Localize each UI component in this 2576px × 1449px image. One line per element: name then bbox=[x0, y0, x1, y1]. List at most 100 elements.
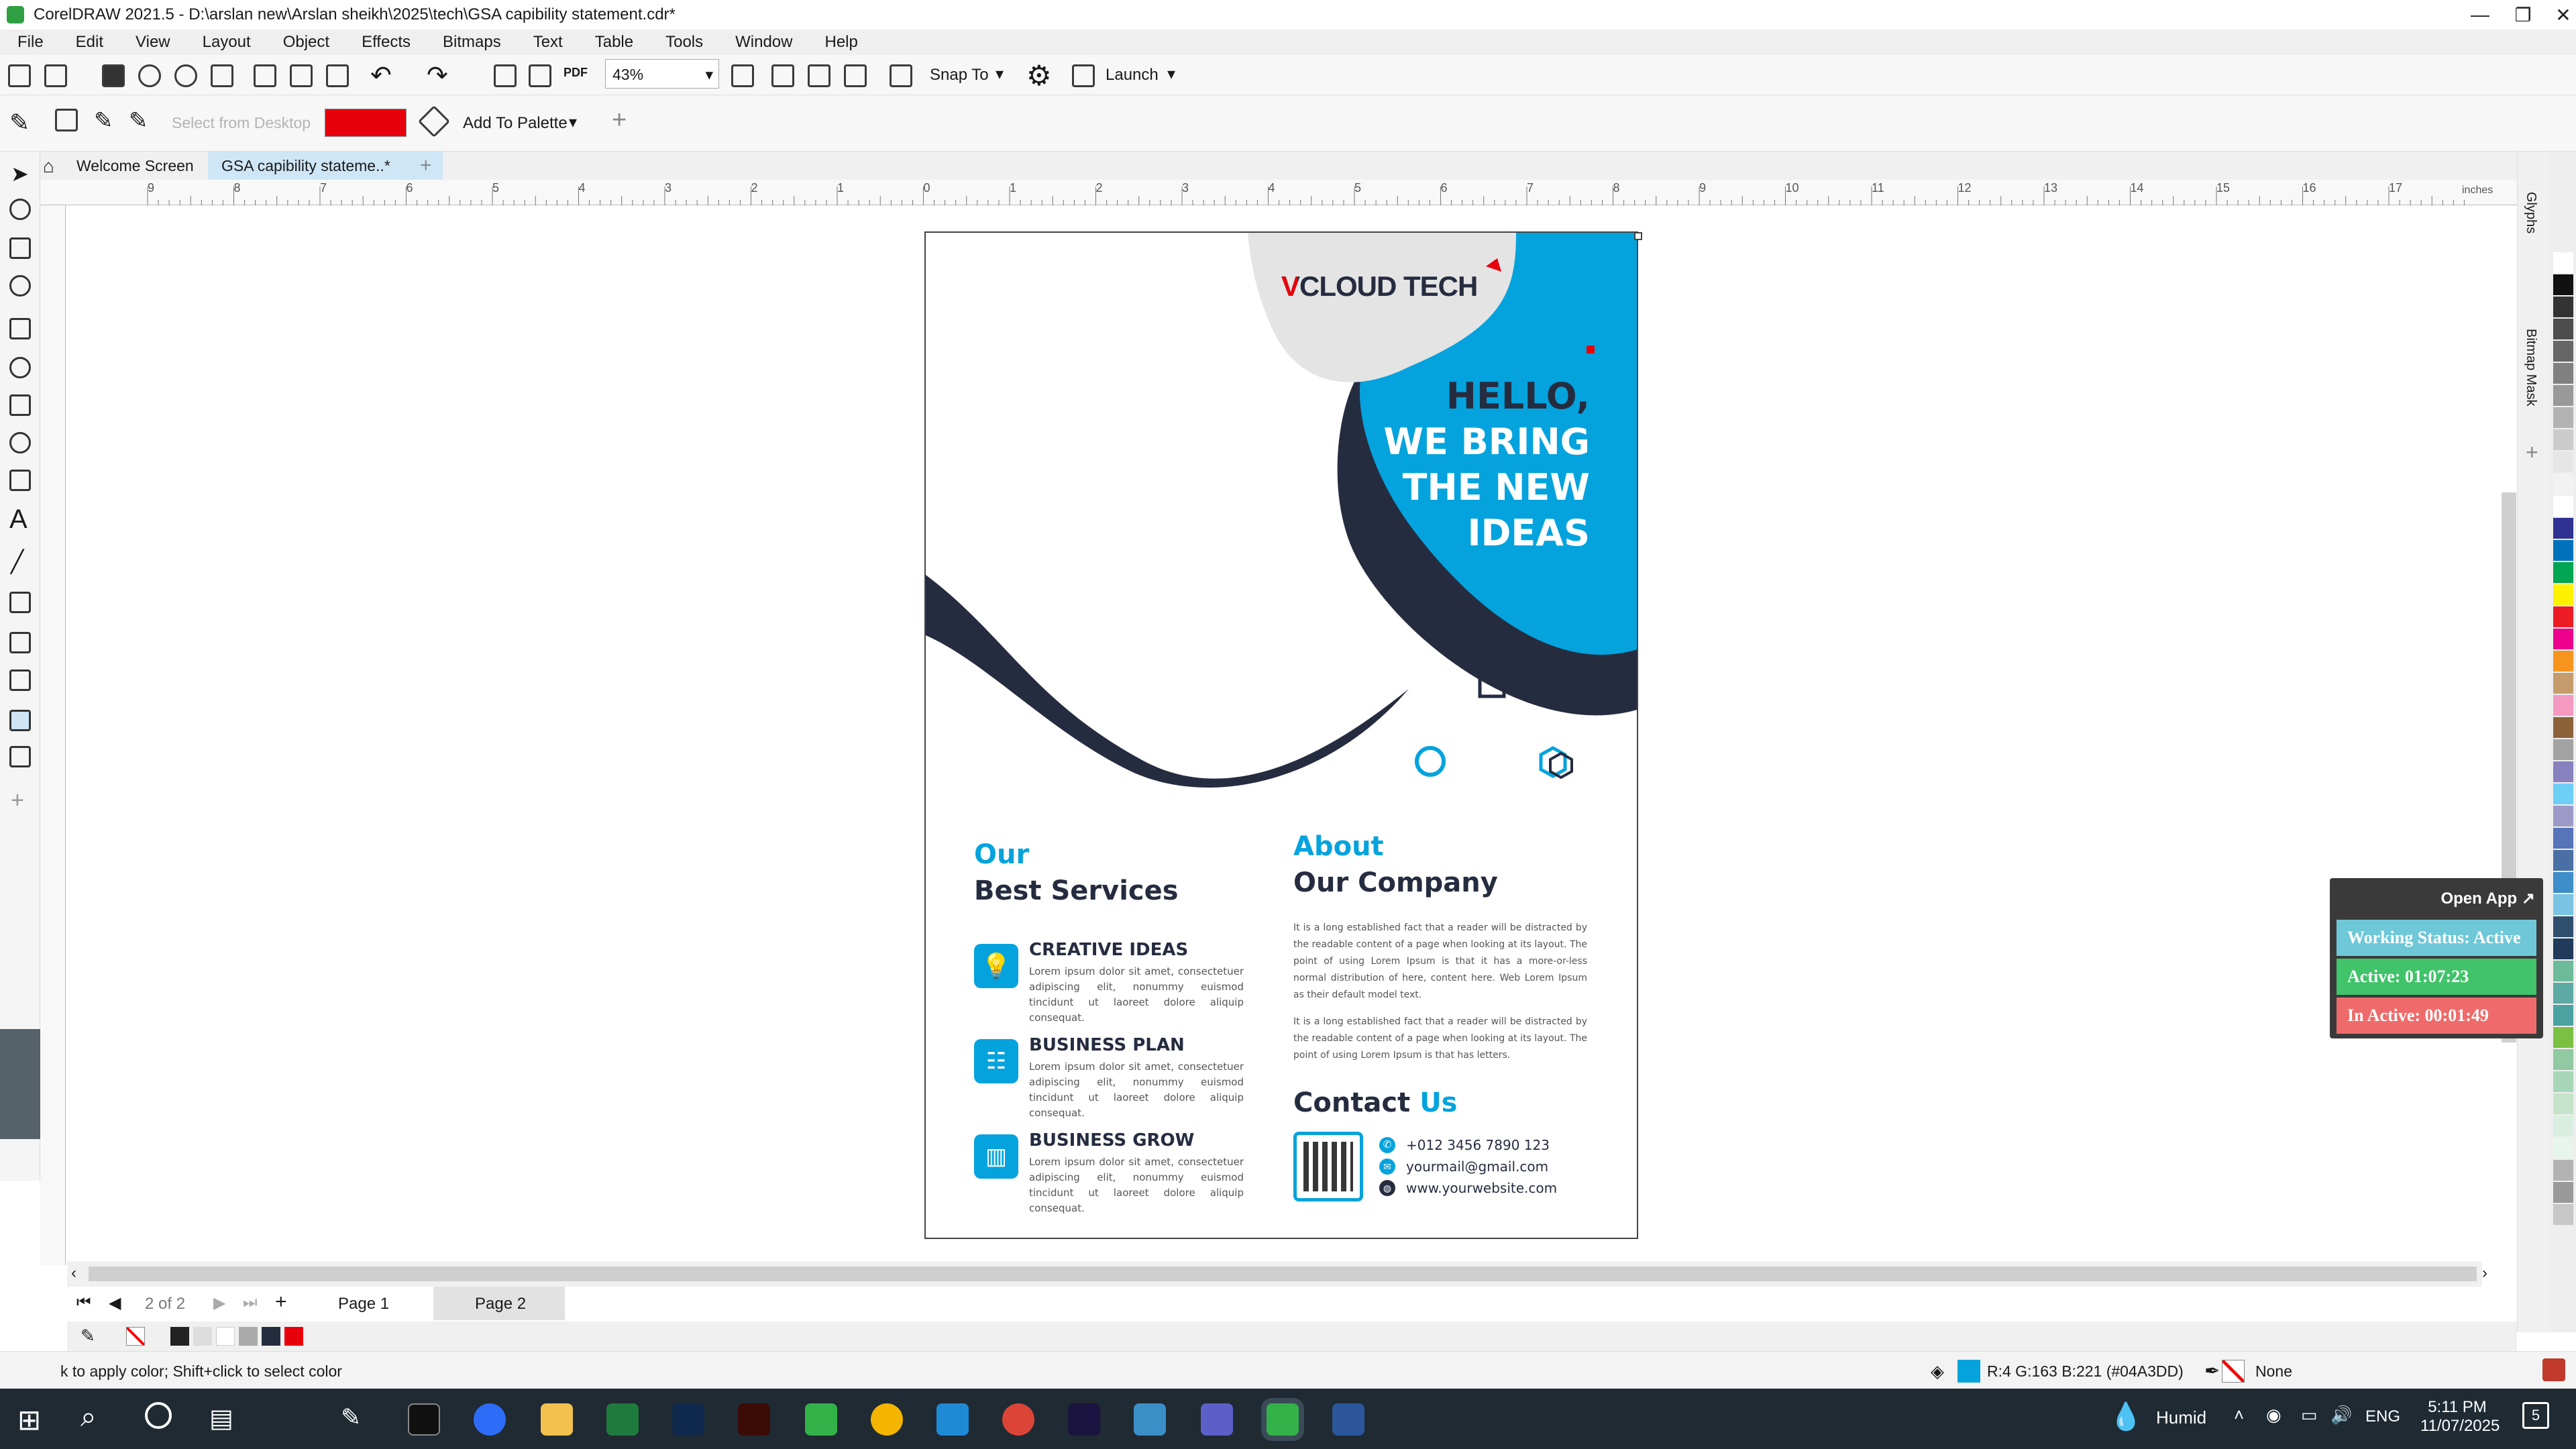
transparency-tool-icon[interactable] bbox=[9, 669, 31, 691]
cloud-upload-icon[interactable] bbox=[138, 64, 161, 87]
palette-swatch[interactable] bbox=[2553, 961, 2573, 981]
palette-swatch[interactable] bbox=[2553, 828, 2573, 849]
palette-swatch[interactable] bbox=[2553, 474, 2573, 494]
swatch-red[interactable] bbox=[284, 1327, 303, 1346]
selection-handle[interactable] bbox=[1634, 232, 1642, 240]
palette-swatch[interactable] bbox=[2553, 363, 2573, 384]
undo-icon[interactable]: ↶ bbox=[370, 60, 392, 91]
paste-icon[interactable] bbox=[326, 64, 349, 87]
minimize-button[interactable]: — bbox=[2455, 0, 2505, 30]
zoom-tool-icon[interactable] bbox=[9, 275, 31, 297]
new-tab-add-icon[interactable]: + bbox=[420, 154, 432, 177]
network-icon[interactable]: ▭ bbox=[2301, 1405, 2318, 1426]
apply-color-icon[interactable]: ✎ bbox=[94, 107, 113, 134]
select-from-desktop[interactable]: Select from Desktop bbox=[172, 114, 311, 132]
excel-icon[interactable] bbox=[606, 1403, 639, 1436]
show-rulers-icon[interactable] bbox=[771, 64, 794, 87]
show-grid-icon[interactable] bbox=[808, 64, 830, 87]
crop-tool-icon[interactable] bbox=[9, 237, 31, 259]
vscode-icon[interactable] bbox=[936, 1403, 969, 1436]
language-indicator[interactable]: ENG bbox=[2365, 1407, 2400, 1426]
show-guidelines-icon[interactable] bbox=[844, 64, 867, 87]
swatch-grey[interactable] bbox=[239, 1327, 258, 1346]
notification-center-icon[interactable]: 5 bbox=[2522, 1402, 2549, 1429]
palette-swatch[interactable] bbox=[2553, 1138, 2573, 1159]
cloud-share-icon[interactable] bbox=[174, 64, 197, 87]
menu-tools[interactable]: Tools bbox=[648, 33, 718, 52]
palette-swatch[interactable] bbox=[2553, 806, 2573, 826]
doc-palette-eyedropper-icon[interactable]: ✎ bbox=[80, 1326, 95, 1346]
cortana-icon[interactable] bbox=[145, 1402, 172, 1429]
palette-swatch[interactable] bbox=[2553, 1116, 2573, 1136]
launch-chevron-down-icon[interactable]: ▾ bbox=[1167, 64, 1175, 84]
palette-swatch[interactable] bbox=[2553, 518, 2573, 539]
scroll-left-icon[interactable]: ‹ bbox=[71, 1264, 76, 1283]
add-tool-icon[interactable]: + bbox=[11, 788, 24, 814]
menu-layout[interactable]: Layout bbox=[185, 33, 266, 52]
drop-shadow-tool-icon[interactable] bbox=[9, 632, 31, 653]
parallel-dimension-tool-icon[interactable]: ╱ bbox=[11, 549, 23, 574]
palette-swatch[interactable] bbox=[2553, 1027, 2573, 1048]
cut-icon[interactable] bbox=[254, 64, 276, 87]
swatch-white[interactable] bbox=[216, 1327, 235, 1346]
palette-swatch[interactable] bbox=[2553, 1204, 2573, 1225]
palette-swatch[interactable] bbox=[2553, 784, 2573, 804]
horizontal-ruler[interactable]: 9 8 7 6 5 4 3 2 1 0 1 2 3 4 5 6 7 8 9 10 11 12 13 14 15 16 17 inche… bbox=[40, 180, 2522, 205]
eyedropper-icon[interactable]: ✎ bbox=[9, 109, 30, 137]
color-eyedropper-tool-icon[interactable] bbox=[9, 710, 31, 731]
menu-table[interactable]: Table bbox=[578, 33, 648, 52]
interactive-fill-tool-icon[interactable] bbox=[9, 746, 31, 767]
swatch-navy[interactable] bbox=[262, 1327, 280, 1346]
zoom-level-combo[interactable]: 43% ▾ bbox=[605, 59, 719, 89]
menu-object[interactable]: Object bbox=[266, 33, 344, 52]
zoom-app-icon[interactable] bbox=[474, 1403, 506, 1436]
menu-help[interactable]: Help bbox=[807, 33, 872, 52]
file-explorer-icon[interactable] bbox=[541, 1403, 573, 1436]
horizontal-scrollbar[interactable]: ‹ › bbox=[67, 1261, 2487, 1287]
tray-chevron-icon[interactable]: ˄ bbox=[2234, 1405, 2244, 1426]
tab-page-2[interactable]: Page 2 bbox=[433, 1287, 565, 1320]
palette-swatch[interactable] bbox=[2553, 695, 2573, 716]
menu-bitmaps[interactable]: Bitmaps bbox=[425, 33, 516, 52]
vpn-app-icon[interactable] bbox=[1134, 1403, 1166, 1436]
palette-swatch[interactable] bbox=[2553, 1005, 2573, 1026]
last-page-icon[interactable]: ⏭ bbox=[243, 1293, 258, 1312]
vertical-ruler[interactable] bbox=[40, 205, 66, 1265]
alignment-guides-icon[interactable] bbox=[890, 64, 912, 87]
palette-swatch[interactable] bbox=[2553, 1182, 2573, 1203]
tab-page-1[interactable]: Page 1 bbox=[338, 1295, 389, 1313]
color-picker-icon[interactable]: ✎ bbox=[129, 107, 148, 134]
open-icon[interactable] bbox=[44, 64, 67, 87]
weather-text[interactable]: Humid bbox=[2156, 1407, 2206, 1428]
chrome-profile-icon[interactable] bbox=[1002, 1403, 1034, 1436]
palette-swatch[interactable] bbox=[2553, 385, 2573, 406]
fill-color-swatch[interactable] bbox=[1957, 1360, 1980, 1383]
palette-swatch[interactable] bbox=[2553, 584, 2573, 605]
palette-swatch[interactable] bbox=[2553, 606, 2573, 627]
shape-tool-icon[interactable] bbox=[9, 199, 31, 220]
clock[interactable]: 5:11 PM 11/07/2025 bbox=[2420, 1398, 2500, 1436]
menu-window[interactable]: Window bbox=[718, 33, 807, 52]
brush-app-icon[interactable]: ✎ bbox=[341, 1403, 361, 1432]
color-palette[interactable] bbox=[2549, 152, 2576, 1332]
palette-swatch[interactable] bbox=[2553, 651, 2573, 672]
artistic-media-tool-icon[interactable] bbox=[9, 357, 31, 378]
menu-file[interactable]: File bbox=[0, 33, 58, 52]
palette-swatch[interactable] bbox=[2553, 717, 2573, 738]
swatch-black[interactable] bbox=[170, 1327, 189, 1346]
full-screen-icon[interactable] bbox=[731, 64, 754, 87]
export-icon[interactable] bbox=[529, 64, 551, 87]
palette-swatch[interactable] bbox=[2553, 451, 2573, 472]
snap-chevron-down-icon[interactable]: ▾ bbox=[996, 64, 1004, 84]
palette-swatch[interactable] bbox=[2553, 850, 2573, 871]
add-docker-icon[interactable]: + bbox=[2526, 440, 2538, 465]
palette-swatch[interactable] bbox=[2553, 761, 2573, 782]
select-color-icon[interactable] bbox=[55, 109, 78, 131]
launch-dropdown[interactable]: Launch bbox=[1106, 66, 1159, 85]
terminal-app-icon[interactable] bbox=[408, 1403, 440, 1436]
palette-swatch[interactable] bbox=[2553, 1071, 2573, 1092]
tab-document[interactable]: GSA capibility stateme..* bbox=[208, 152, 443, 180]
teams-icon[interactable] bbox=[1201, 1403, 1233, 1436]
polygon-tool-icon[interactable] bbox=[9, 470, 31, 491]
home-icon[interactable]: ⌂ bbox=[43, 156, 54, 177]
